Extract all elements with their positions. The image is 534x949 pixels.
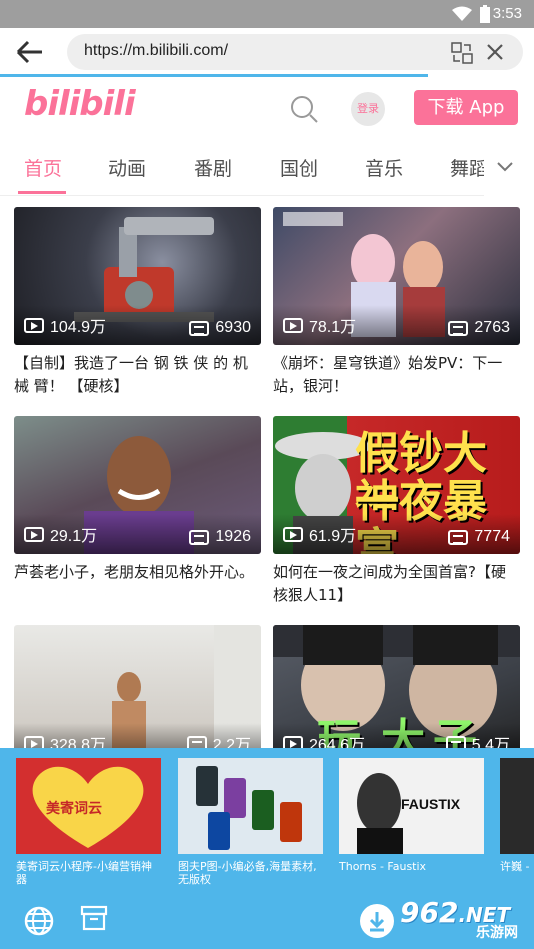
video-thumbnail[interactable]: 29.1万 1926 [14,416,261,554]
play-count-icon [283,526,303,542]
ad-card[interactable]: 美寄词云 美寄词云小程序-小编营销神器 [16,758,161,886]
ad-label[interactable]: Thorns - Faustix [339,860,484,873]
address-field[interactable]: https://m.bilibili.com/ [67,34,523,70]
ad-card[interactable]: 许巍 - 曾 [500,758,534,873]
url-text[interactable]: https://m.bilibili.com/ [84,42,228,60]
video-thumbnail[interactable]: 328.8万 2.2万 [14,625,261,763]
ad-label[interactable]: 美寄词云小程序-小编营销神器 [16,860,161,886]
battery-icon [480,5,490,23]
danmaku-count-value: 2763 [474,319,510,336]
tab-animation[interactable]: 动画 [108,154,146,181]
danmaku-count: 1926 [189,528,251,546]
watermark-number-main: 962 [400,896,459,929]
page-load-progress [0,74,428,77]
search-icon[interactable] [289,94,319,124]
danmaku-count-value: 1926 [215,528,251,545]
danmaku-count: 7774 [448,528,510,546]
play-count-icon [24,526,44,542]
danmaku-icon [448,320,469,336]
danmaku-icon [189,529,210,545]
danmaku-count-value: 6930 [215,319,251,336]
browser-bottom-bar: 962.NET 乐游网 [0,890,534,949]
video-thumbnail[interactable]: 玩 大 子 264.6万 5.4万 [273,625,520,763]
tab-music[interactable]: 音乐 [365,154,403,181]
channel-tabs: 首页 动画 番剧 国创 音乐 舞蹈 [0,140,534,196]
view-count: 61.9万 [283,522,356,546]
download-app-button[interactable]: 下载 App [414,90,518,125]
play-count-icon [24,317,44,333]
ad-image[interactable]: 美寄词云 [16,758,161,854]
archive-box-icon[interactable] [80,904,108,932]
video-thumbnail[interactable]: 104.9万 6930 [14,207,261,345]
danmaku-icon [189,320,210,336]
view-count: 104.9万 [24,313,106,337]
wifi-icon [452,6,472,21]
status-bar: 3:53 [0,0,534,28]
view-count: 29.1万 [24,522,97,546]
site-watermark: 962.NET 乐游网 [392,896,532,944]
ad-label[interactable]: 许巍 - 曾 [500,860,534,873]
browser-toolbar: https://m.bilibili.com/ [0,28,534,76]
tab-dance[interactable]: 舞蹈 [450,154,488,181]
download-arrow-icon [369,912,385,932]
status-time: 3:53 [492,5,522,22]
video-thumbnail[interactable]: 78.1万 2763 [273,207,520,345]
ad-card[interactable]: FAUSTIX Thorns - Faustix [339,758,484,873]
globe-icon[interactable] [24,906,54,936]
danmaku-count-value: 7774 [474,528,510,545]
danmaku-icon [448,529,469,545]
video-thumbnail[interactable]: 假钞大神 一夜暴富 61.9万 7774 [273,416,520,554]
ad-image[interactable] [500,758,534,854]
video-title[interactable]: 芦荟老小子，老朋友相见格外开心。 [14,561,261,584]
tab-home[interactable]: 首页 [24,154,62,181]
view-count: 78.1万 [283,313,356,337]
phone-templates-image [196,766,302,850]
chevron-down-icon [497,162,513,172]
ad-card[interactable]: 图夫P图-小编必备,海量素材,无版权 [178,758,323,886]
play-count-icon [283,317,303,333]
video-title[interactable]: 如何在一夜之间成为全国首富?【硬核狠人11】 [273,561,520,607]
ad-label[interactable]: 图夫P图-小编必备,海量素材,无版权 [178,860,323,886]
back-arrow-icon[interactable] [14,38,46,66]
video-title[interactable]: 【自制】我造了一台 钢 铁 侠 的 机 械 臂！ 【硬核】 [14,352,261,398]
translate-icon[interactable] [451,42,473,64]
tab-bangumi[interactable]: 番剧 [194,154,232,181]
bilibili-logo[interactable]: bilibili [24,84,136,124]
close-icon[interactable] [485,42,505,62]
danmaku-count: 6930 [189,319,251,337]
watermark-subtitle: 乐游网 [476,925,518,941]
ad-image-text: 美寄词云 [46,801,102,817]
ad-image-text: FAUSTIX [401,796,461,812]
ad-image[interactable]: FAUSTIX [339,758,484,854]
tab-guochuang[interactable]: 国创 [280,154,318,181]
view-count-value: 104.9万 [50,319,107,336]
view-count-value: 29.1万 [50,528,98,545]
recommendation-strip: 美寄词云 美寄词云小程序-小编营销神器 图夫P图-小编必备,海量素材,无版权 F… [0,748,534,890]
login-button[interactable]: 登录 [351,92,385,126]
video-title[interactable]: 《崩坏：星穹铁道》始发PV：下一站，银河！ [273,352,520,398]
active-tab-indicator [18,191,66,194]
site-header: bilibili 登录 下载 App [0,78,534,138]
view-count-value: 78.1万 [309,319,357,336]
tabs-expand-button[interactable] [484,140,534,196]
danmaku-count: 2763 [448,319,510,337]
ad-image[interactable] [178,758,323,854]
view-count-value: 61.9万 [309,528,357,545]
download-button[interactable] [360,904,394,938]
